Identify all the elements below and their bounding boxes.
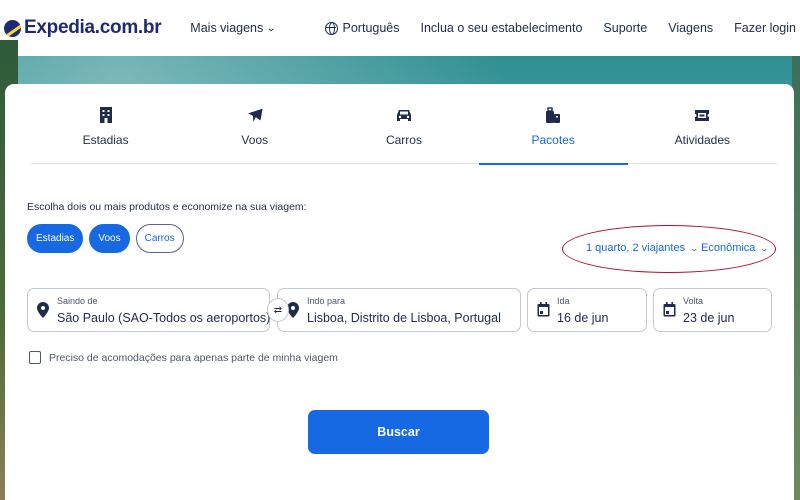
tab-voos[interactable]: Voos bbox=[180, 84, 329, 164]
car-icon bbox=[395, 106, 413, 124]
location-pin-icon bbox=[37, 302, 51, 318]
swap-locations-button[interactable]: ⇄ bbox=[267, 298, 289, 322]
departure-value: 16 de jun bbox=[557, 311, 609, 325]
more-travel-label: Mais viagens bbox=[190, 21, 264, 35]
partial-stay-option: Preciso de acomodações para apenas parte… bbox=[29, 351, 338, 364]
chevron-down-icon: ⌄ bbox=[265, 22, 277, 34]
chevron-down-icon: ⌄ bbox=[690, 243, 699, 253]
site-header: Expedia.com.br Mais viagens ⌄ Português … bbox=[0, 0, 800, 56]
tab-label: Pacotes bbox=[531, 133, 575, 147]
tab-atividades[interactable]: Atividades bbox=[628, 84, 777, 164]
tab-label: Carros bbox=[385, 133, 422, 147]
product-chips: Estadias Voos Carros bbox=[27, 224, 184, 253]
destination-label: Indo para bbox=[307, 296, 346, 306]
trips-link[interactable]: Viagens bbox=[668, 21, 713, 35]
globe-icon bbox=[324, 21, 338, 35]
return-label: Volta bbox=[683, 296, 704, 306]
ticket-icon bbox=[693, 106, 711, 124]
chip-voos[interactable]: Voos bbox=[89, 224, 130, 253]
package-intro-text: Escolha dois ou mais produtos e economiz… bbox=[27, 201, 307, 213]
tab-label: Voos bbox=[241, 133, 269, 147]
tab-pacotes[interactable]: Pacotes bbox=[478, 84, 628, 165]
origin-value: São Paulo (SAO-Todos os aeroportos) bbox=[57, 311, 271, 325]
logo-icon bbox=[4, 19, 21, 37]
partial-stay-label[interactable]: Preciso de acomodações para apenas parte… bbox=[49, 352, 338, 364]
support-link[interactable]: Suporte bbox=[603, 21, 647, 35]
location-pin-icon bbox=[287, 302, 301, 318]
origin-field[interactable]: Saindo de São Paulo (SAO-Todos os aeropo… bbox=[27, 288, 270, 332]
chip-estadias[interactable]: Estadias bbox=[27, 224, 84, 253]
list-property-link[interactable]: Inclua o seu estabelecimento bbox=[421, 21, 583, 35]
search-button[interactable]: Buscar bbox=[308, 410, 489, 454]
more-travel-menu[interactable]: Mais viagens ⌄ bbox=[190, 21, 277, 35]
tab-label: Atividades bbox=[674, 133, 731, 147]
calendar-icon bbox=[663, 302, 677, 318]
origin-label: Saindo de bbox=[57, 296, 98, 306]
travelers-selector[interactable]: 1 quarto, 2 viajantes ⌄ bbox=[586, 242, 699, 254]
calendar-icon bbox=[537, 302, 551, 318]
language-selector[interactable]: Português bbox=[324, 21, 400, 35]
language-label: Português bbox=[342, 21, 400, 35]
destination-field[interactable]: Indo para Lisboa, Distrito de Lisboa, Po… bbox=[277, 288, 521, 332]
login-link[interactable]: Fazer login bbox=[734, 21, 796, 35]
hotel-icon bbox=[97, 106, 115, 124]
cabin-class-selector[interactable]: Econômica ⌄ bbox=[701, 242, 770, 254]
return-date-field[interactable]: Volta 23 de jun bbox=[653, 288, 772, 332]
cabin-class-label: Econômica bbox=[701, 242, 756, 254]
expedia-logo[interactable]: Expedia.com.br bbox=[4, 17, 162, 39]
travelers-label: 1 quarto, 2 viajantes bbox=[586, 242, 686, 254]
tab-label: Estadias bbox=[82, 133, 129, 147]
return-value: 23 de jun bbox=[683, 311, 735, 325]
departure-date-field[interactable]: Ida 16 de jun bbox=[527, 288, 647, 332]
partial-stay-checkbox[interactable] bbox=[29, 351, 41, 364]
search-card: Estadias Voos Carros Pacotes Atividades bbox=[5, 84, 794, 500]
tab-estadias[interactable]: Estadias bbox=[31, 84, 180, 164]
departure-label: Ida bbox=[557, 296, 570, 306]
logo-text: Expedia.com.br bbox=[24, 17, 162, 38]
tab-carros[interactable]: Carros bbox=[329, 84, 478, 164]
plane-icon bbox=[246, 106, 264, 124]
package-icon bbox=[544, 106, 562, 124]
swap-arrows-icon: ⇄ bbox=[273, 304, 283, 316]
chip-carros[interactable]: Carros bbox=[135, 224, 184, 253]
product-tabs: Estadias Voos Carros Pacotes Atividades bbox=[31, 84, 777, 165]
destination-value: Lisboa, Distrito de Lisboa, Portugal bbox=[307, 311, 501, 325]
chevron-down-icon: ⌄ bbox=[760, 243, 770, 253]
